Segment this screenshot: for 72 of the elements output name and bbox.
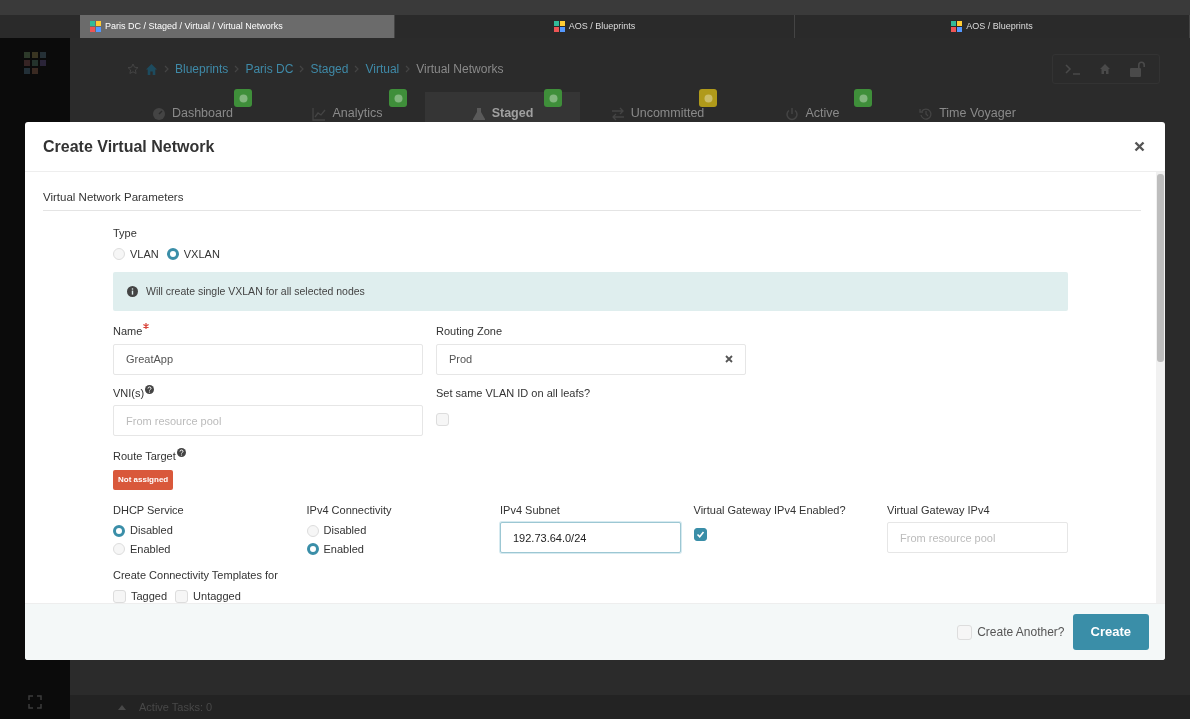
radio-option[interactable]: Enabled: [306, 540, 500, 558]
check-icon: [695, 530, 705, 540]
checkbox-option[interactable]: Tagged: [113, 587, 168, 603]
nav-tab[interactable]: Uncommitted: [580, 92, 735, 130]
nav-tab[interactable]: Dashboard: [115, 92, 270, 130]
help-icon[interactable]: [176, 448, 186, 458]
text-field[interactable]: From resource pool: [887, 522, 1068, 554]
help-icon[interactable]: [145, 384, 155, 394]
favicon-icon: [90, 21, 101, 32]
favicon-icon: [553, 21, 565, 32]
field-label: Virtual Gateway IPv4: [887, 502, 990, 518]
field-label: Routing Zone: [436, 324, 503, 340]
chevron-icon: [405, 65, 411, 73]
terminal-icon[interactable]: [1065, 63, 1081, 75]
nav-tab[interactable]: Active: [735, 92, 890, 130]
gauge-icon: [151, 107, 166, 121]
logo-icon: [24, 52, 46, 74]
favicon-icon: [951, 21, 963, 32]
create-button[interactable]: Create: [1072, 614, 1149, 650]
radio-option[interactable]: Disabled: [113, 522, 307, 539]
line-chart-icon: [312, 107, 327, 121]
field-label: Set same VLAN ID on all leafs?: [436, 385, 591, 401]
swap-icon: [610, 107, 625, 121]
info-icon: [127, 286, 138, 298]
checkbox-option[interactable]: Create Another?: [957, 623, 1065, 641]
text-field[interactable]: GreatApp: [113, 343, 423, 375]
radio-option[interactable]: VLAN: [113, 245, 159, 263]
home-icon[interactable]: [1099, 63, 1111, 75]
field-label: Name: [113, 324, 143, 340]
breadcrumb-link[interactable]: Staged: [310, 60, 349, 78]
field-label: VNI(s): [113, 385, 145, 401]
breadcrumb-link[interactable]: Virtual: [365, 60, 400, 78]
text-field[interactable]: 192.73.64.0/24: [500, 522, 681, 554]
field-label: Route Target: [113, 449, 176, 465]
radio-option[interactable]: VXLAN: [166, 245, 220, 263]
checkbox[interactable]: [693, 528, 707, 542]
home-icon[interactable]: [145, 62, 158, 76]
close-button[interactable]: [1132, 139, 1147, 154]
field-label: IPv4 Connectivity: [306, 502, 392, 518]
scrollbar[interactable]: [1156, 172, 1165, 603]
chevron-icon: [299, 65, 305, 73]
text-field[interactable]: From resource pool: [113, 405, 423, 437]
chevron-icon: [164, 65, 169, 73]
field-label: IPv4 Subnet: [500, 502, 560, 518]
section-heading: Virtual Network Parameters: [43, 189, 1141, 212]
chevron-icon: [234, 65, 240, 73]
modal-title: Create Virtual Network: [43, 136, 215, 157]
clear-icon[interactable]: [725, 355, 733, 364]
breadcrumb-link[interactable]: Virtual Networks: [416, 60, 504, 78]
fullscreen-icon[interactable]: [28, 695, 42, 709]
field-label: DHCP Service: [113, 502, 184, 518]
radio-option[interactable]: Enabled: [113, 540, 307, 558]
caret-up-icon[interactable]: [117, 703, 127, 711]
flask-icon: [471, 107, 486, 121]
radio-option[interactable]: Disabled: [306, 522, 500, 539]
power-icon: [785, 107, 800, 121]
field-label: Create Connectivity Templates for: [113, 568, 278, 584]
star-icon[interactable]: [127, 63, 139, 75]
nav-tab[interactable]: Analytics: [270, 92, 425, 130]
chevron-icon: [354, 65, 360, 73]
history-icon: [919, 107, 934, 121]
breadcrumb-link[interactable]: Blueprints: [175, 60, 229, 78]
field-label: Type: [113, 226, 137, 242]
unlock-icon[interactable]: [1129, 61, 1147, 77]
browser-tab[interactable]: Paris DC / Staged / Virtual / Virtual Networks: [80, 15, 395, 38]
field-label: Virtual Gateway IPv4 Enabled?: [693, 502, 846, 518]
status-badge: Not assigned: [113, 469, 174, 490]
select-field[interactable]: Prod: [436, 343, 746, 375]
nav-tab[interactable]: Time Voyager: [890, 92, 1045, 130]
checkbox-option[interactable]: Untagged: [175, 587, 241, 603]
alert-text: Will create single VXLAN for all selected nodes: [146, 283, 365, 299]
breadcrumb-link[interactable]: Paris DC: [245, 60, 294, 78]
